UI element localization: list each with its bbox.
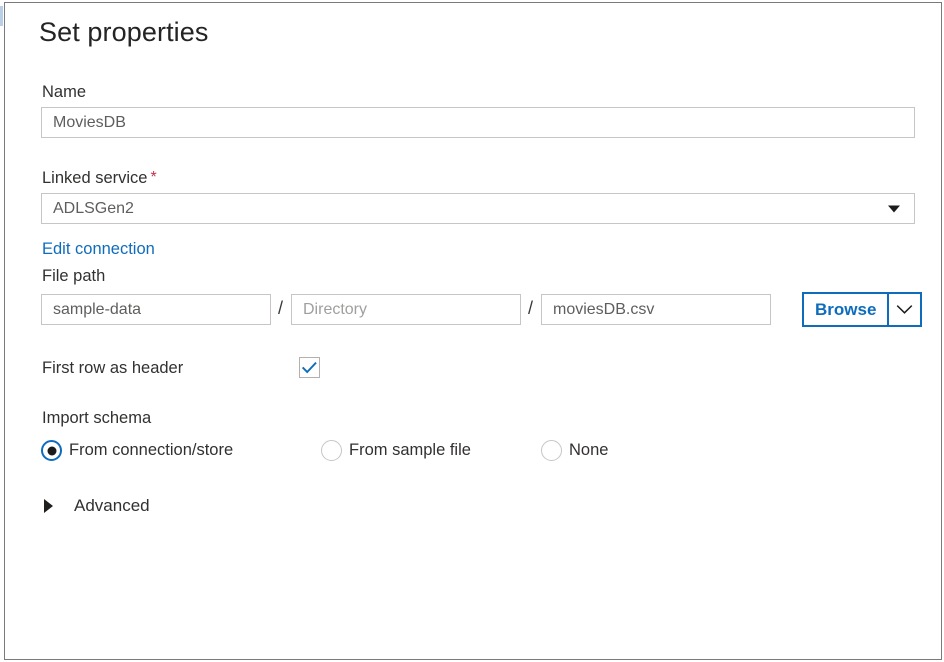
page-title: Set properties — [39, 17, 209, 48]
browse-button[interactable]: Browse — [804, 294, 889, 325]
edit-connection-link[interactable]: Edit connection — [42, 240, 155, 259]
radio-label: None — [569, 441, 608, 460]
radio-label: From sample file — [349, 441, 471, 460]
browse-dropdown-button[interactable] — [889, 294, 920, 325]
file-path-row: sample-data / Directory / moviesDB.csv B… — [41, 294, 919, 326]
first-row-as-header-label: First row as header — [42, 359, 183, 378]
file-path-container-value: sample-data — [53, 301, 141, 319]
radio-indicator — [321, 440, 342, 461]
advanced-label: Advanced — [74, 496, 150, 516]
name-label: Name — [42, 83, 86, 102]
advanced-section-toggle[interactable]: Advanced — [41, 493, 150, 519]
linked-service-value: ADLSGen2 — [53, 200, 134, 218]
checkmark-icon — [302, 362, 317, 374]
file-path-file-value: moviesDB.csv — [553, 301, 654, 319]
chevron-down-icon — [888, 205, 900, 212]
import-schema-label: Import schema — [42, 409, 151, 428]
file-path-file-input[interactable]: moviesDB.csv — [541, 294, 771, 325]
linked-service-label: Linked service* — [42, 169, 157, 188]
radio-from-connection-store[interactable]: From connection/store — [41, 440, 233, 461]
set-properties-panel: Set properties Name MoviesDB Linked serv… — [4, 2, 942, 660]
radio-indicator — [541, 440, 562, 461]
radio-none[interactable]: None — [541, 440, 608, 461]
path-separator: / — [278, 298, 283, 319]
file-path-label: File path — [42, 267, 105, 286]
required-asterisk: * — [150, 169, 156, 186]
left-edge-artifact — [0, 6, 3, 26]
radio-indicator — [41, 440, 62, 461]
linked-service-label-text: Linked service — [42, 169, 147, 187]
browse-button-group[interactable]: Browse — [802, 292, 922, 327]
name-input-value: MoviesDB — [53, 114, 126, 132]
linked-service-dropdown[interactable]: ADLSGen2 — [41, 193, 915, 224]
file-path-container-input[interactable]: sample-data — [41, 294, 271, 325]
file-path-directory-input[interactable]: Directory — [291, 294, 521, 325]
radio-from-sample-file[interactable]: From sample file — [321, 440, 471, 461]
file-path-directory-placeholder: Directory — [303, 301, 367, 319]
chevron-down-icon — [896, 304, 913, 315]
triangle-right-icon — [44, 499, 53, 513]
radio-label: From connection/store — [69, 441, 233, 460]
name-input[interactable]: MoviesDB — [41, 107, 915, 138]
path-separator: / — [528, 298, 533, 319]
first-row-as-header-checkbox[interactable] — [299, 357, 320, 378]
